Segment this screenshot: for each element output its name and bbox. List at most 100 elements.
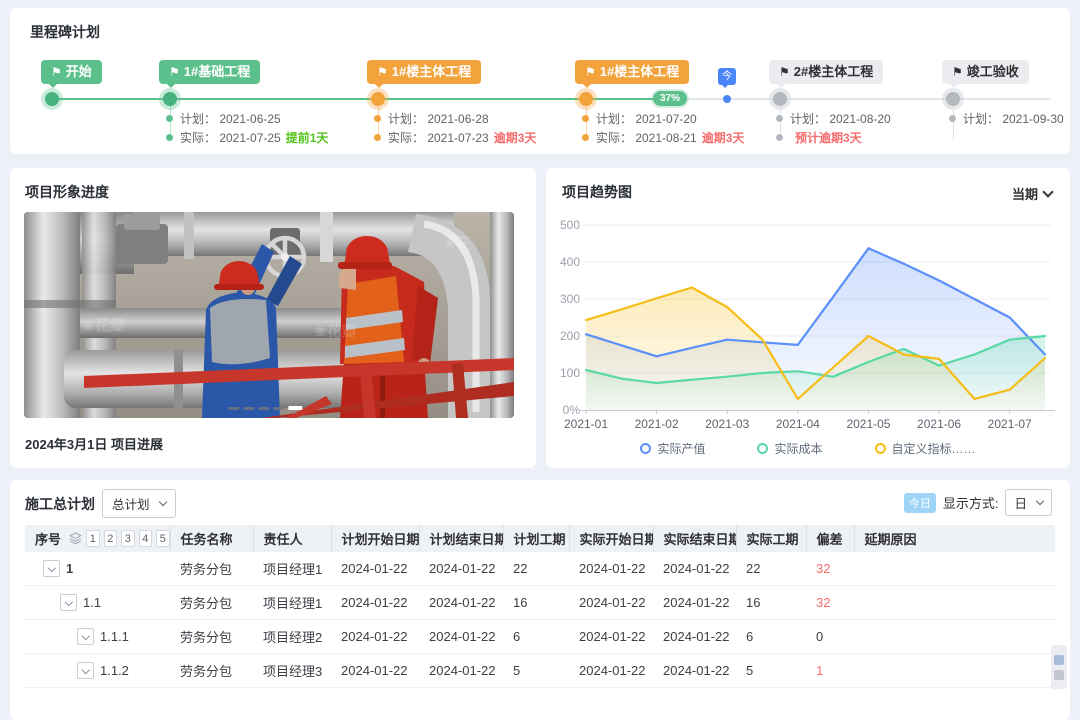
legend-label: 自定义指标…… (892, 440, 976, 457)
row-id: 1.1.1 (100, 629, 129, 644)
plan-type-select[interactable]: 总计划 (102, 489, 176, 518)
actual-end-cell: 2024-01-22 (653, 654, 736, 688)
actual-days-cell: 22 (736, 552, 806, 586)
table-controls: 今日 显示方式: 日 (904, 489, 1052, 516)
level-button-5[interactable]: 5 (156, 530, 170, 547)
milestone-detail-line: 预计逾期3天 (776, 128, 891, 147)
detail-dot-icon (949, 115, 956, 122)
delay-reason-cell (854, 654, 1055, 688)
level-button-1[interactable]: 1 (86, 530, 100, 547)
detail-dot-icon (776, 115, 783, 122)
side-widget-button-1[interactable] (1054, 655, 1064, 665)
carousel-dot[interactable] (258, 407, 269, 410)
plan-start-cell: 2024-01-22 (331, 654, 419, 688)
svg-text:2021-02: 2021-02 (635, 417, 679, 431)
project-photo-carousel[interactable]: ❀花瓣 ❀花瓣 ❀花 (24, 212, 514, 418)
display-mode-label: 显示方式: (943, 493, 999, 512)
detail-dot-icon (582, 134, 589, 141)
flag-icon: ⚑ (779, 65, 790, 79)
carousel-dot[interactable] (273, 407, 284, 410)
table-row: 1劳务分包项目经理12024-01-222024-01-22222024-01-… (25, 552, 1055, 586)
row-expand-toggle[interactable] (43, 560, 60, 577)
owner-cell: 项目经理1 (253, 552, 331, 586)
seq-cell: 1.1 (25, 586, 170, 620)
milestone-badge: ⚑ 2#楼主体工程 (769, 60, 883, 84)
carousel-dot[interactable] (288, 406, 302, 410)
row-id: 1.1 (83, 595, 101, 610)
milestone-details: 计划： 2021-09-30 (949, 109, 1064, 128)
legend-item[interactable]: 自定义指标…… (875, 440, 976, 457)
chevron-down-icon (1036, 497, 1044, 505)
today-button[interactable]: 今日 (904, 493, 936, 513)
chevron-down-icon (82, 666, 90, 674)
milestone-title: 里程碑计划 (30, 22, 100, 42)
task-cell: 劳务分包 (170, 620, 253, 654)
side-widget-button-2[interactable] (1054, 670, 1064, 680)
row-expand-toggle[interactable] (77, 662, 94, 679)
actual-days-cell: 6 (736, 620, 806, 654)
actual-start-cell: 2024-01-22 (569, 586, 653, 620)
trend-title: 项目趋势图 (562, 182, 632, 202)
level-button-4[interactable]: 4 (139, 530, 153, 547)
plan-days-cell: 5 (503, 654, 569, 688)
legend-marker-icon (757, 443, 768, 454)
detail-dot-icon (776, 134, 783, 141)
trend-chart: 0%1002003004005002021-012021-022021-0320… (546, 206, 1070, 438)
display-mode-select[interactable]: 日 (1005, 489, 1052, 516)
svg-text:300: 300 (560, 292, 580, 306)
owner-cell: 项目经理1 (253, 586, 331, 620)
milestone-node (773, 92, 787, 106)
svg-text:2021-03: 2021-03 (705, 417, 749, 431)
legend-item[interactable]: 实际产值 (640, 440, 705, 457)
milestone-badge: ⚑ 1#楼主体工程 (575, 60, 689, 84)
actual-end-cell: 2024-01-22 (653, 586, 736, 620)
milestone-badge: ⚑开始 (41, 60, 102, 84)
milestone-badge: ⚑竣工验收 (942, 60, 1029, 84)
flag-icon: ⚑ (169, 65, 180, 79)
legend-marker-icon (640, 443, 651, 454)
column-header: 序号12345 (25, 525, 170, 552)
svg-text:❀花瓣: ❀花瓣 (314, 323, 357, 340)
row-expand-toggle[interactable] (60, 594, 77, 611)
milestone-detail-line: 计划： 2021-08-20 (776, 109, 891, 128)
svg-text:200: 200 (560, 329, 580, 343)
period-select[interactable]: 当期 (1012, 184, 1052, 203)
legend-item[interactable]: 实际成本 (757, 440, 822, 457)
level-button-3[interactable]: 3 (121, 530, 135, 547)
milestone-node (946, 92, 960, 106)
row-expand-toggle[interactable] (77, 628, 94, 645)
milestone-detail-line: 计划： 2021-09-30 (949, 109, 1064, 128)
milestone-badge: ⚑1#基础工程 (159, 60, 260, 84)
milestone-detail-line: 计划： 2021-07-20 (582, 109, 744, 128)
actual-end-cell: 2024-01-22 (653, 620, 736, 654)
milestone-name: 1#楼主体工程 (600, 64, 679, 79)
table-row: 1.1.2劳务分包项目经理32024-01-222024-01-2252024-… (25, 654, 1055, 688)
display-mode-value: 日 (1014, 493, 1027, 512)
column-header: 计划开始日期 (331, 525, 419, 552)
owner-cell: 项目经理3 (253, 654, 331, 688)
table-row: 1.1劳务分包项目经理12024-01-222024-01-22162024-0… (25, 586, 1055, 620)
row-id: 1.1.2 (100, 663, 129, 678)
chevron-down-icon (158, 498, 166, 506)
svg-text:400: 400 (560, 255, 580, 269)
svg-text:0%: 0% (563, 403, 581, 417)
carousel-dot[interactable] (243, 407, 254, 410)
deviation-cell: 32 (806, 552, 854, 586)
milestone-name: 2#楼主体工程 (794, 64, 873, 79)
detail-text: 计划： 2021-07-20 (596, 110, 697, 127)
milestone-detail-line: 实际： 2021-07-25提前1天 (166, 128, 328, 147)
flag-icon: ⚑ (377, 65, 388, 79)
detail-dot-icon (374, 115, 381, 122)
legend-label: 实际产值 (657, 440, 705, 457)
carousel-dots[interactable] (228, 406, 302, 410)
chevron-down-icon (1042, 186, 1053, 197)
level-button-2[interactable]: 2 (104, 530, 118, 547)
flag-icon: ⚑ (585, 65, 596, 79)
today-dot-icon (723, 95, 731, 103)
milestone-badge: ⚑1#楼主体工程 (367, 60, 481, 84)
deviation-cell: 1 (806, 654, 854, 688)
milestone-name: 竣工验收 (967, 64, 1019, 79)
trend-legend: 实际产值 实际成本 自定义指标…… (546, 440, 1070, 457)
layers-icon (69, 532, 82, 545)
carousel-dot[interactable] (228, 407, 239, 410)
